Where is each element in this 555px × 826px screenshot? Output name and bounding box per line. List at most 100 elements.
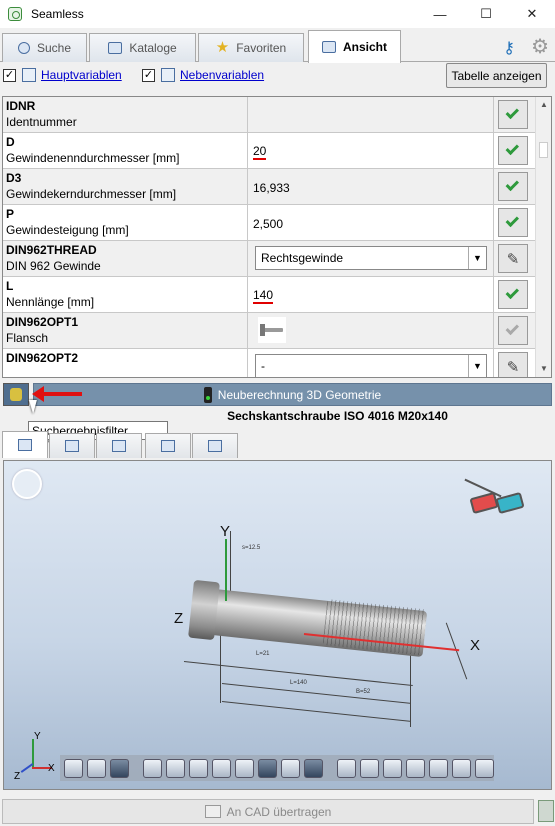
tab-kataloge[interactable]: Kataloge <box>89 33 196 62</box>
apply-button[interactable] <box>498 208 528 237</box>
traffic-light-icon <box>203 386 212 403</box>
nebenvariablen-link[interactable]: Nebenvariablen <box>180 68 264 82</box>
view-iso-icon[interactable] <box>475 758 494 778</box>
cad-transfer-icon <box>204 805 221 818</box>
key-icon[interactable]: ⚷ <box>503 38 515 58</box>
window-title: Seamless <box>31 7 84 21</box>
apply-button[interactable] <box>498 172 528 201</box>
minimize-button[interactable]: — <box>417 0 463 28</box>
variable-value-cell: Rechtsgewinde ▼ <box>248 241 494 277</box>
tab-favoriten[interactable]: ★ Favoriten <box>198 33 304 62</box>
view-icon <box>321 41 336 53</box>
variable-value-cell[interactable] <box>248 313 494 349</box>
view-front-icon[interactable] <box>337 758 356 778</box>
view-top-icon[interactable] <box>429 758 448 778</box>
fit-icon[interactable] <box>212 758 231 778</box>
tab-2d-view[interactable] <box>49 433 95 458</box>
select-value: - <box>261 359 265 373</box>
cad-options-icon[interactable] <box>538 800 554 822</box>
close-button[interactable]: ✕ <box>509 0 555 28</box>
red-arrow-annotation <box>32 386 82 402</box>
zoom-icon[interactable] <box>143 758 162 778</box>
triad-z-label: Z <box>14 771 21 782</box>
tab-3d-view[interactable] <box>2 431 48 458</box>
hauptvariablen-link[interactable]: Hauptvariablen <box>41 68 122 82</box>
title-bar: Seamless — ☐ ✕ <box>0 0 555 28</box>
table-scrollbar[interactable]: ▲ ▼ <box>535 97 551 377</box>
show-table-button[interactable]: Tabelle anzeigen <box>446 63 547 88</box>
table-row: DIN962OPT1 Flansch <box>3 313 535 349</box>
texture-icon[interactable] <box>281 758 300 778</box>
stereo-glasses-icon[interactable] <box>463 478 529 521</box>
view-toolbar <box>60 755 494 781</box>
spin-icon[interactable] <box>12 469 42 499</box>
variable-name-cell: IDNR Identnummer <box>3 97 248 133</box>
variable-code: L <box>6 279 14 293</box>
maximize-button[interactable]: ☐ <box>463 0 509 28</box>
tab-print-view[interactable] <box>145 433 191 458</box>
apply-button[interactable] <box>498 316 528 345</box>
view-back-icon[interactable] <box>360 758 379 778</box>
view-left-icon[interactable] <box>383 758 402 778</box>
app-icon <box>8 7 22 21</box>
dimension-line <box>221 701 412 722</box>
variable-desc: Nennlänge [mm] <box>6 295 95 309</box>
transfer-to-cad-button[interactable]: An CAD übertragen <box>2 799 534 824</box>
variable-code: D <box>6 135 15 149</box>
variable-name-cell: D Gewindenenndurchmesser [mm] <box>3 133 248 169</box>
edit-button[interactable]: ✎ <box>498 244 528 273</box>
hauptvariablen-checkbox[interactable]: ✓ <box>3 69 16 82</box>
cylinder-shaded-icon[interactable] <box>87 758 106 778</box>
search-filter-toggle[interactable] <box>3 383 29 406</box>
triad-x-label: X <box>48 763 55 774</box>
cylinder-view-icon[interactable] <box>64 758 83 778</box>
variable-value-cell[interactable]: 2,500 <box>248 205 494 241</box>
scroll-thumb[interactable] <box>539 142 548 158</box>
variable-code: IDNR <box>6 99 36 113</box>
wireframe-icon[interactable] <box>235 758 254 778</box>
scroll-down-icon[interactable]: ▼ <box>536 361 551 377</box>
variable-desc: Identnummer <box>6 115 77 129</box>
chevron-down-icon[interactable]: ▼ <box>468 247 486 269</box>
chevron-down-icon[interactable]: ▼ <box>468 355 486 377</box>
option2-select[interactable]: - ▼ <box>255 354 487 377</box>
variable-code: DIN962OPT1 <box>6 315 79 329</box>
scroll-up-icon[interactable]: ▲ <box>536 97 551 113</box>
shaded-icon[interactable] <box>258 758 277 778</box>
variable-value-cell[interactable] <box>248 97 494 133</box>
table-row: DIN962OPT2 - ▼ ✎ <box>3 349 535 377</box>
apply-button[interactable] <box>498 100 528 129</box>
3d-viewport[interactable]: L=140 B=52 L=21 s=12.5 Y X Z Y X Z <box>3 460 552 790</box>
tab-ansicht[interactable]: Ansicht <box>308 30 401 63</box>
tab-dimension-view[interactable] <box>192 433 238 458</box>
select-value: Rechtsgewinde <box>261 251 344 265</box>
variable-desc: Gewindekerndurchmesser [mm] <box>6 187 177 201</box>
rotate-icon[interactable] <box>166 758 185 778</box>
table-row: D Gewindenenndurchmesser [mm] 20 <box>3 133 535 169</box>
search-icon <box>17 42 30 54</box>
variable-value-cell[interactable]: 140 <box>248 277 494 313</box>
view-bottom-icon[interactable] <box>452 758 471 778</box>
gear-icon[interactable]: ⚙ <box>531 34 549 59</box>
apply-button[interactable] <box>498 280 528 309</box>
variable-value-cell[interactable]: 16,933 <box>248 169 494 205</box>
variable-desc: DIN 962 Gewinde <box>6 259 101 273</box>
3d-view-icon <box>18 439 32 451</box>
variable-value: 140 <box>253 288 274 304</box>
variable-name-cell: DIN962OPT2 <box>3 349 248 377</box>
cylinder-solid-icon[interactable] <box>110 758 129 778</box>
view-right-icon[interactable] <box>406 758 425 778</box>
apply-button[interactable] <box>498 136 528 165</box>
flange-thumbnail[interactable] <box>258 317 286 343</box>
check-icon <box>505 285 520 300</box>
recalc-3d-button[interactable]: Neuberechnung 3D Geometrie <box>33 383 552 406</box>
hidden-lines-icon[interactable] <box>304 758 323 778</box>
tab-detail-view[interactable] <box>96 433 142 458</box>
check-icon <box>505 105 520 120</box>
edit-button[interactable]: ✎ <box>498 352 528 377</box>
variable-value-cell[interactable]: 20 <box>248 133 494 169</box>
pan-icon[interactable] <box>189 758 208 778</box>
nebenvariablen-checkbox[interactable]: ✓ <box>142 69 155 82</box>
thread-select[interactable]: Rechtsgewinde ▼ <box>255 246 487 270</box>
tab-suche[interactable]: Suche <box>2 33 87 62</box>
